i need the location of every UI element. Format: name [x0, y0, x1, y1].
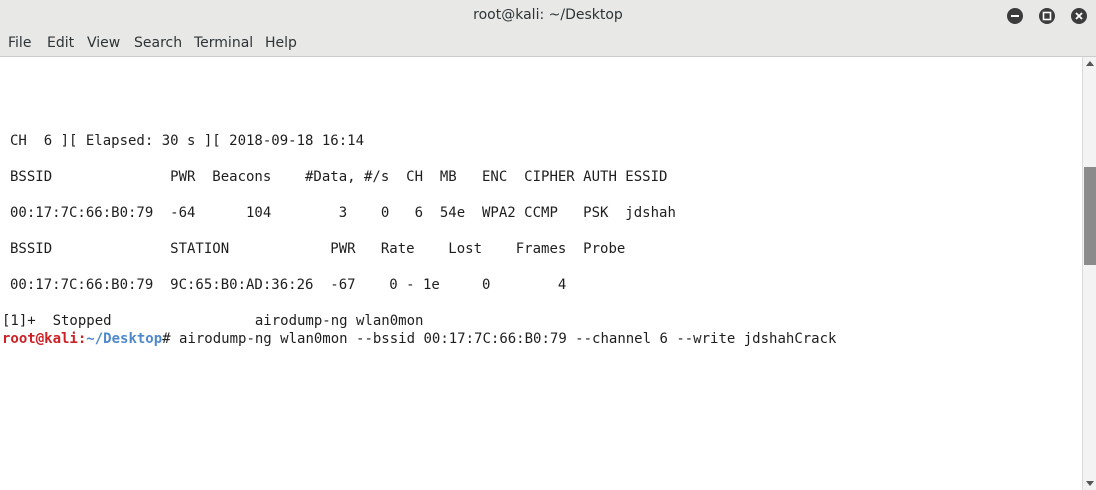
status-line: CH 6 ][ Elapsed: 30 s ][ 2018-09-18 16:1… — [10, 133, 365, 149]
job-line: [1]+ Stopped airodump-ng wlan0mon — [2, 313, 424, 329]
scroll-down-icon[interactable] — [1086, 481, 1094, 486]
menu-edit[interactable]: Edit — [47, 35, 74, 51]
station-header: BSSID STATION PWR Rate Lost Frames Probe — [10, 241, 626, 257]
command-text: airodump-ng wlan0mon --bssid 00:17:7C:66… — [170, 331, 837, 347]
minimize-icon — [1011, 15, 1019, 17]
minimize-button[interactable] — [1007, 8, 1023, 24]
close-button[interactable] — [1071, 8, 1087, 24]
scrollbar[interactable] — [1082, 57, 1096, 490]
title-bar: root@kali: ~/Desktop — [0, 0, 1096, 32]
terminal-output[interactable]: CH 6 ][ Elapsed: 30 s ][ 2018-09-18 16:1… — [0, 57, 1082, 490]
menu-search[interactable]: Search — [134, 35, 182, 51]
maximize-button[interactable] — [1039, 8, 1055, 24]
menu-file[interactable]: File — [8, 35, 31, 51]
menu-terminal[interactable]: Terminal — [194, 35, 253, 51]
window-title: root@kali: ~/Desktop — [473, 7, 623, 23]
command-line: root@kali:~/Desktop# airodump-ng wlan0mo… — [2, 330, 836, 348]
scroll-thumb[interactable] — [1084, 167, 1096, 265]
scroll-up-icon[interactable] — [1086, 61, 1094, 66]
ap-row: 00:17:7C:66:B0:79 -64 104 3 0 6 54e WPA2… — [10, 205, 676, 221]
menu-help[interactable]: Help — [265, 35, 297, 51]
menu-view[interactable]: View — [87, 35, 120, 51]
station-row: 00:17:7C:66:B0:79 9C:65:B0:AD:36:26 -67 … — [10, 277, 567, 293]
close-icon — [1075, 12, 1083, 20]
prompt-path: ~/Desktop — [86, 331, 163, 347]
prompt-symbol: # — [162, 331, 171, 347]
prompt-user: root@kali — [2, 331, 78, 347]
maximize-icon — [1042, 11, 1052, 21]
menu-bar: File Edit View Search Terminal Help — [0, 32, 1096, 57]
ap-header: BSSID PWR Beacons #Data, #/s CH MB ENC C… — [10, 169, 668, 185]
